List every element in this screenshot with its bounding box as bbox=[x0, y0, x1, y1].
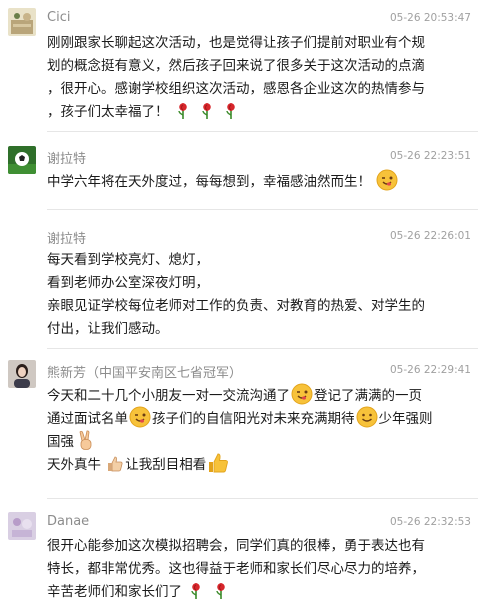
comment-line-text: 今天和二十几个小朋友一对一交流沟通了 bbox=[47, 388, 290, 404]
commenter-name[interactable]: Danae bbox=[47, 514, 89, 529]
comment-text: 很开心能参加这次模拟招聘会，同学们真的很棒，勇于表达也有 特长，都非常优秀。这也… bbox=[47, 535, 467, 604]
comment-feed: Cici 05-26 20:53:47 刚刚跟家长聊起这次活动，也是觉得让孩子们… bbox=[0, 0, 478, 614]
comment-line: 划的概念挺有意义，然后孩子回来说了很多关于这次活动的点滴 bbox=[47, 58, 425, 74]
comment-timestamp: 05-26 22:23:51 bbox=[389, 150, 471, 162]
comment-text: 刚刚跟家长聊起这次活动，也是觉得让孩子们提前对职业有个规 划的概念挺有意义，然后… bbox=[47, 32, 467, 124]
comment-line-text: ，孩子们太幸福了！ bbox=[47, 104, 169, 120]
comment-line-with-emoji: 国强 bbox=[47, 429, 467, 452]
comment-line-text: 登记了满满的一页 bbox=[314, 388, 422, 404]
thumbs-up-icon bbox=[108, 456, 123, 472]
comment-line: 每天看到学校亮灯、熄灯， bbox=[47, 252, 209, 268]
comment-timestamp: 05-26 22:32:53 bbox=[389, 516, 471, 528]
comment-line-with-emoji: 今天和二十几个小朋友一对一交流沟通了 登记了满满的一页 bbox=[47, 383, 467, 406]
avatar[interactable] bbox=[8, 512, 36, 540]
wink-icon bbox=[376, 169, 398, 191]
comment-line: 看到老师办公室深夜灯明， bbox=[47, 275, 209, 291]
comment-line-with-emoji: 中学六年将在天外度过，每每想到，幸福感油然而生！ bbox=[47, 169, 467, 192]
divider bbox=[47, 348, 478, 349]
commenter-name[interactable]: Cici bbox=[47, 10, 70, 25]
comment-line-text: 中学六年将在天外度过，每每想到，幸福感油然而生！ bbox=[47, 174, 371, 190]
rose-icon bbox=[202, 103, 211, 119]
rose-icon bbox=[215, 583, 225, 599]
comment-timestamp: 05-26 20:53:47 bbox=[389, 12, 471, 24]
comment-line-with-emoji: 辛苦老师们和家长们了 bbox=[47, 581, 467, 604]
comment-line-text: 少年强则 bbox=[378, 411, 433, 427]
comment-timestamp: 05-26 22:26:01 bbox=[389, 230, 471, 242]
comment-line: 付出，让我们感动。 bbox=[47, 321, 169, 337]
comment-line: 特长，都非常优秀。这也得益于老师和家长们尽心尽力的培养， bbox=[47, 561, 425, 577]
avatar[interactable] bbox=[8, 146, 36, 174]
divider bbox=[47, 209, 478, 210]
comment-line-text: 辛苦老师们和家长们了 bbox=[47, 584, 182, 600]
comment-line-text: 天外真牛 bbox=[47, 457, 101, 473]
avatar[interactable] bbox=[8, 8, 36, 36]
comment-line-with-emoji: ，孩子们太幸福了！ bbox=[47, 101, 467, 124]
comment-line: ，很开心。感谢学校组织这次活动，感恩各企业这次的热情参与 bbox=[47, 81, 425, 97]
comment-line: 刚刚跟家长聊起这次活动，也是觉得让孩子们提前对职业有个规 bbox=[47, 35, 425, 51]
comment-line: 很开心能参加这次模拟招聘会，同学们真的很棒，勇于表达也有 bbox=[47, 538, 425, 554]
comment-line-text: 通过面试名单 bbox=[47, 411, 128, 427]
comment-line-with-emoji: 通过面试名单 孩子们的自信阳光对未来充满期待 少年强则 bbox=[47, 406, 467, 429]
commenter-name[interactable]: 熊新芳（中国平安南区七省冠军） bbox=[47, 362, 242, 381]
wink-icon bbox=[291, 383, 313, 405]
divider bbox=[47, 131, 478, 132]
comment-line-text: 国强 bbox=[47, 434, 74, 450]
rose-icon bbox=[191, 583, 201, 599]
wink-icon bbox=[129, 406, 151, 428]
comment-line: 亲眼见证学校每位老师对工作的负责、对教育的热爱、对学生的 bbox=[47, 298, 425, 314]
rose-icon bbox=[226, 103, 236, 119]
divider bbox=[47, 498, 478, 499]
victory-hand-icon bbox=[79, 430, 92, 450]
comment-line-text: 孩子们的自信阳光对未来充满期待 bbox=[152, 411, 355, 427]
comment-line-with-emoji: 天外真牛 让我刮目相看 bbox=[47, 452, 467, 475]
thumbs-up-icon bbox=[209, 453, 229, 473]
smile-icon bbox=[356, 406, 377, 428]
comment-line-text: 让我刮目相看 bbox=[125, 457, 207, 473]
comment-text: 中学六年将在天外度过，每每想到，幸福感油然而生！ bbox=[47, 169, 467, 192]
avatar[interactable] bbox=[8, 360, 36, 388]
commenter-name[interactable]: 谢拉特 bbox=[47, 148, 86, 167]
comment-text: 每天看到学校亮灯、熄灯， 看到老师办公室深夜灯明， 亲眼见证学校每位老师对工作的… bbox=[47, 249, 467, 341]
comment-timestamp: 05-26 22:29:41 bbox=[389, 364, 471, 376]
comment-text: 今天和二十几个小朋友一对一交流沟通了 登记了满满的一页 通过面试名单 孩子们的自信阳… bbox=[47, 383, 467, 475]
commenter-name[interactable]: 谢拉特 bbox=[47, 228, 86, 247]
rose-icon bbox=[178, 103, 187, 119]
